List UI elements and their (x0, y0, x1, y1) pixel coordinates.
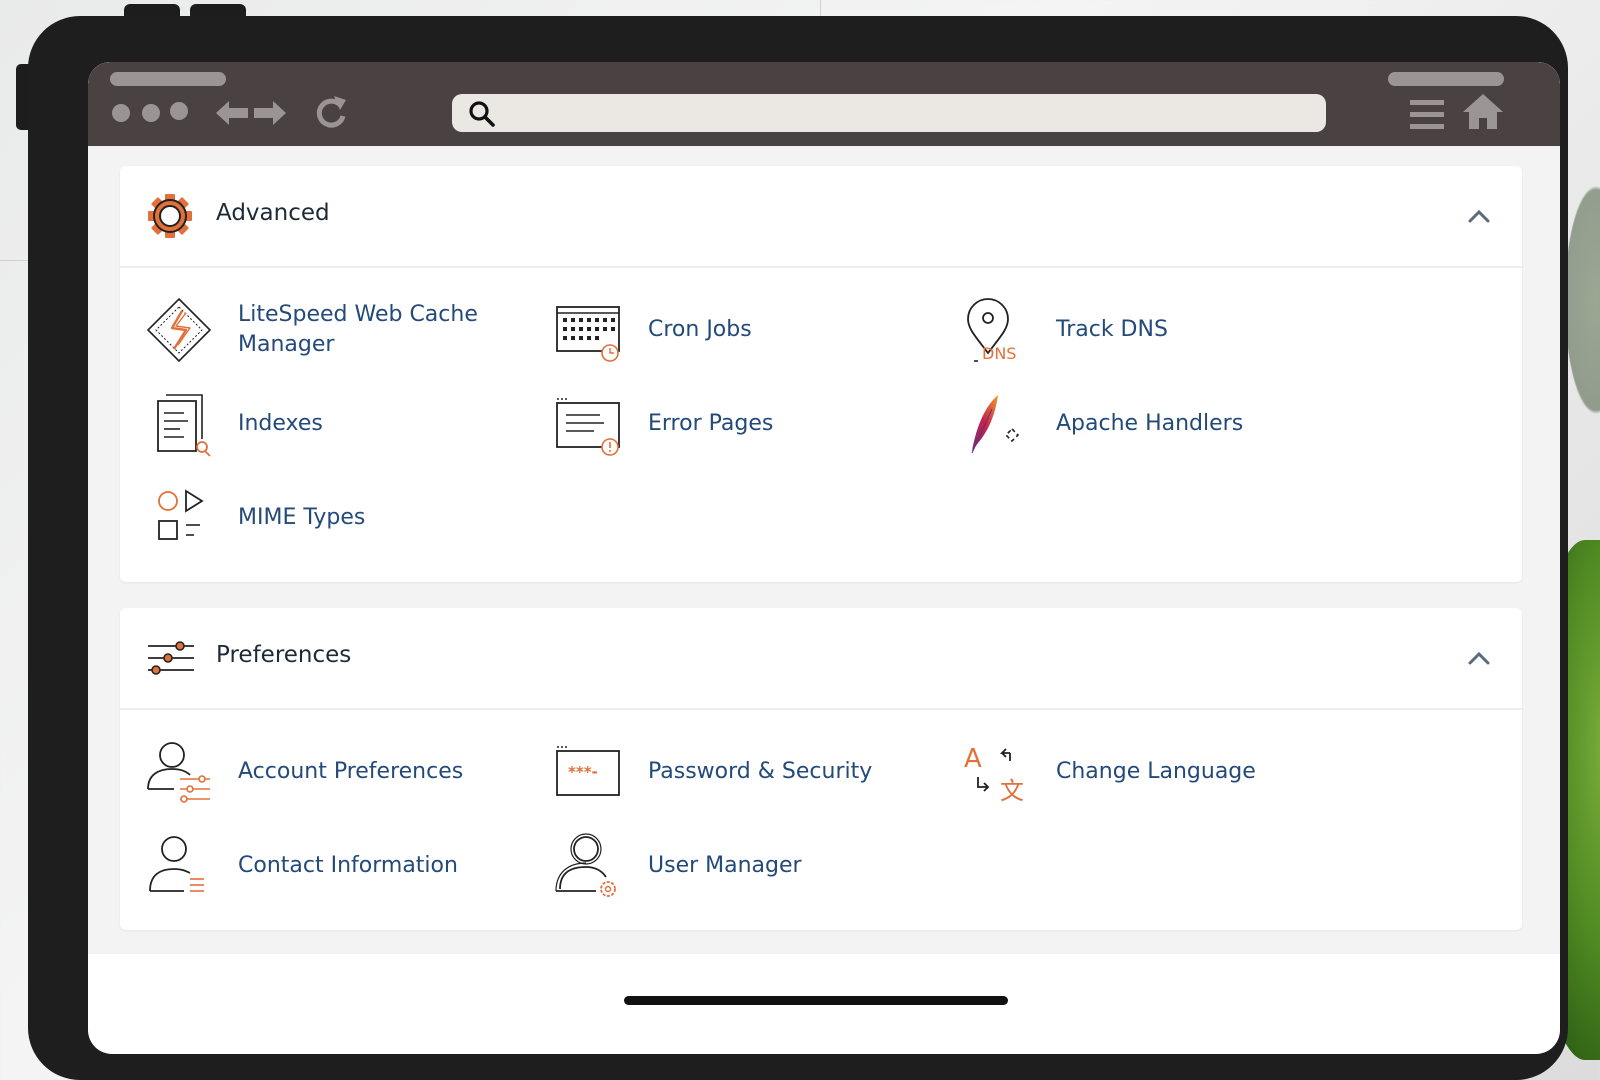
track-dns-label: Track DNS (1056, 317, 1168, 342)
advanced-title: Advanced (216, 200, 330, 226)
gear-icon (148, 194, 192, 238)
advanced-panel: Advanced LiteSpeed Web Cache Manager Cro… (120, 166, 1522, 582)
translate-icon: A 文 (964, 744, 1024, 805)
calendar-clock-icon (556, 306, 620, 362)
apache-handlers-label: Apache Handlers (1056, 411, 1244, 436)
mime-types-item[interactable]: MIME Types (120, 478, 508, 558)
apache-handlers-item[interactable]: Apache Handlers (938, 384, 1326, 464)
user-manager-label: User Manager (648, 853, 802, 878)
litespeed-label: LiteSpeed Web Cache Manager (238, 302, 478, 357)
cron-jobs-item[interactable]: Cron Jobs (530, 290, 918, 370)
cron-jobs-label: Cron Jobs (648, 317, 752, 342)
preferences-panel: Preferences Account Preferences ***- Pas… (120, 608, 1522, 930)
svg-text:A: A (964, 744, 982, 774)
preferences-title: Preferences (216, 642, 352, 668)
home-icon[interactable] (1462, 92, 1504, 130)
svg-text:DNS: DNS (982, 344, 1016, 363)
change-language-label: Change Language (1056, 759, 1256, 784)
svg-text:***-: ***- (568, 763, 598, 781)
preferences-panel-header[interactable]: Preferences (120, 608, 1522, 710)
browser-screen: Advanced LiteSpeed Web Cache Manager Cro… (88, 62, 1560, 1054)
user-sliders-icon (147, 742, 210, 803)
account-preferences-item[interactable]: Account Preferences (120, 732, 508, 812)
user-list-icon (149, 836, 204, 892)
contact-information-item[interactable]: Contact Information (120, 826, 508, 906)
forward-arrow-icon[interactable] (254, 100, 286, 126)
search-icon[interactable] (468, 100, 496, 128)
contact-information-label: Contact Information (238, 853, 458, 878)
error-pages-label: Error Pages (648, 411, 774, 436)
track-dns-item[interactable]: DNS Track DNS (938, 290, 1326, 370)
mime-types-label: MIME Types (238, 505, 366, 530)
menu-icon[interactable] (1410, 98, 1444, 130)
password-field-icon: ***- (556, 746, 620, 796)
search-input[interactable] (508, 98, 1308, 128)
toolbar-pill-left (110, 72, 226, 86)
browser-toolbar (88, 62, 1560, 146)
home-indicator[interactable] (624, 996, 1008, 1005)
advanced-panel-header[interactable]: Advanced (120, 166, 1522, 268)
litespeed-item[interactable]: LiteSpeed Web Cache Manager (120, 290, 508, 370)
error-pages-item[interactable]: Error Pages (530, 384, 918, 464)
sliders-icon (148, 641, 194, 675)
account-preferences-label: Account Preferences (238, 759, 464, 784)
reload-icon[interactable] (314, 94, 348, 130)
map-pin-dns-icon: DNS (967, 298, 1016, 363)
error-page-icon (556, 398, 620, 456)
apache-feather-icon (971, 395, 1020, 454)
document-search-icon (157, 394, 211, 457)
litespeed-icon (146, 297, 212, 363)
password-security-label: Password & Security (648, 759, 873, 784)
address-bar[interactable] (452, 94, 1326, 132)
shapes-icon (158, 489, 204, 540)
tablet-frame: Advanced LiteSpeed Web Cache Manager Cro… (28, 16, 1568, 1080)
back-arrow-icon[interactable] (216, 100, 248, 126)
chevron-up-icon[interactable] (1466, 204, 1492, 230)
svg-text:文: 文 (1000, 777, 1024, 805)
user-gear-icon (555, 833, 616, 897)
chevron-up-icon[interactable] (1466, 646, 1492, 672)
indexes-item[interactable]: Indexes (120, 384, 508, 464)
toolbar-pill-right (1388, 72, 1504, 86)
password-security-item[interactable]: ***- Password & Security (530, 732, 918, 812)
indexes-label: Indexes (238, 411, 323, 436)
user-manager-item[interactable]: User Manager (530, 826, 918, 906)
change-language-item[interactable]: A 文 Change Language (938, 732, 1326, 812)
page-content: Advanced LiteSpeed Web Cache Manager Cro… (88, 146, 1560, 954)
